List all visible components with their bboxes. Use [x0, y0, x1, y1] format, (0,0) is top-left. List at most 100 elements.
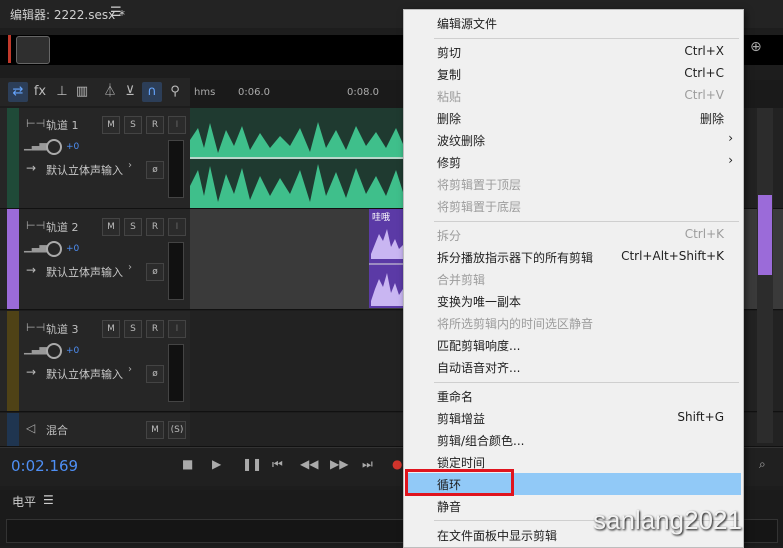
input-select-2[interactable]: 默认立体声输入	[46, 264, 123, 280]
volume-knob-1[interactable]	[46, 139, 62, 155]
zoom-selection-icon[interactable]: ⌕	[759, 457, 766, 472]
menu-item-bring-to-front: 将剪辑置于顶层	[404, 173, 743, 195]
chevron-right-icon: ›	[128, 364, 132, 375]
menu-item-rename[interactable]: 重命名	[404, 385, 743, 407]
menu-label: 编辑源文件	[437, 17, 498, 31]
input-arrow-icon: →	[26, 263, 37, 277]
chevron-right-icon: ›	[728, 131, 733, 145]
mute-button-2[interactable]: M	[102, 218, 120, 236]
menu-item-edit-source[interactable]: 编辑源文件	[404, 12, 743, 34]
menu-item-cut[interactable]: 剪切 Ctrl+X	[404, 41, 743, 63]
menu-item-copy[interactable]: 复制 Ctrl+C	[404, 63, 743, 85]
menu-label: 复制	[437, 68, 462, 82]
menu-item-merge-clips: 合并剪辑	[404, 268, 743, 290]
marker-icon[interactable]: ⚲	[165, 82, 185, 102]
menu-label: 匹配剪辑响度...	[437, 339, 521, 353]
scrollbar-thumb[interactable]	[758, 195, 772, 275]
play-icon[interactable]: ▶	[212, 457, 221, 471]
menu-item-clip-color[interactable]: 剪辑/组合颜色...	[404, 429, 743, 451]
chevron-right-icon: ›	[128, 262, 132, 273]
track-meter-3	[168, 344, 184, 402]
record-button-2[interactable]: R	[146, 218, 164, 236]
eq-icon[interactable]: ▥	[72, 82, 92, 102]
volume-value-1[interactable]: +0	[66, 142, 79, 152]
track-color-2	[7, 209, 19, 309]
overview-zoom-handle[interactable]	[16, 36, 50, 64]
menu-item-ripple-delete[interactable]: 波纹删除 ›	[404, 129, 743, 151]
phase-invert-icon[interactable]: ø	[146, 263, 164, 281]
menu-label: 剪辑增益	[437, 412, 486, 426]
pause-icon[interactable]: ❚❚	[242, 457, 262, 471]
clip-waveform-1[interactable]	[190, 108, 403, 208]
snap-icon[interactable]: ⊻	[120, 82, 140, 102]
menu-shortcut: Ctrl+Alt+Shift+K	[621, 249, 724, 263]
sends-icon[interactable]: ⊥	[52, 82, 72, 102]
volume-knob-3[interactable]	[46, 343, 62, 359]
menu-label: 删除	[437, 112, 462, 126]
magnet-icon[interactable]: ∩	[142, 82, 162, 102]
volume-knob-2[interactable]	[46, 241, 62, 257]
waveform-icon: ⊢⊣	[26, 117, 46, 130]
mix-track-name[interactable]: 混合	[46, 422, 68, 438]
menu-label: 将剪辑置于底层	[437, 200, 522, 214]
menu-label: 波纹删除	[437, 134, 486, 148]
input-select-3[interactable]: 默认立体声输入	[46, 366, 123, 382]
phase-invert-icon[interactable]: ø	[146, 161, 164, 179]
input-monitor-button-1[interactable]: I	[168, 116, 186, 134]
track-name-1[interactable]: 轨道 1	[46, 117, 79, 133]
menu-item-split: 拆分 Ctrl+K	[404, 224, 743, 246]
menu-item-convert-unique[interactable]: 变换为唯一副本	[404, 290, 743, 312]
menu-label: 修剪	[437, 156, 462, 170]
phase-invert-icon[interactable]: ø	[146, 365, 164, 383]
menu-item-auto-speech-align[interactable]: 自动语音对齐...	[404, 356, 743, 378]
menu-label: 将所选剪辑内的时间选区静音	[437, 317, 594, 331]
mute-button-3[interactable]: M	[102, 320, 120, 338]
record-button-1[interactable]: R	[146, 116, 164, 134]
skip-end-icon[interactable]: ⏭	[362, 457, 373, 472]
menu-item-trim[interactable]: 修剪 ›	[404, 151, 743, 173]
vertical-scrollbar[interactable]	[757, 108, 773, 443]
fast-forward-icon[interactable]: ▶▶	[330, 457, 348, 471]
track-name-2[interactable]: 轨道 2	[46, 219, 79, 235]
mute-button-1[interactable]: M	[102, 116, 120, 134]
input-monitor-button-3[interactable]: I	[168, 320, 186, 338]
clip-context-menu: 编辑源文件 剪切 Ctrl+X 复制 Ctrl+C 粘贴 Ctrl+V 删除 删除 波纹…	[403, 9, 744, 548]
input-arrow-icon: →	[26, 161, 37, 175]
zoom-icon[interactable]: ⊕	[750, 39, 762, 55]
solo-button-3[interactable]: S	[124, 320, 142, 338]
record-button-3[interactable]: R	[146, 320, 164, 338]
metronome-icon[interactable]: ⏃	[100, 82, 120, 102]
effects-icon[interactable]: fx	[30, 82, 50, 102]
menu-label: 粘贴	[437, 90, 462, 104]
hamburger-icon[interactable]: ☰	[110, 5, 122, 20]
stop-icon[interactable]: ■	[182, 457, 193, 471]
menu-label: 剪辑/组合颜色...	[437, 434, 525, 448]
solo-button-2[interactable]: S	[124, 218, 142, 236]
rewind-icon[interactable]: ◀◀	[300, 457, 318, 471]
menu-item-delete[interactable]: 删除 删除	[404, 107, 743, 129]
mix-mute-button[interactable]: M	[146, 421, 164, 439]
menu-item-send-to-back: 将剪辑置于底层	[404, 195, 743, 217]
hamburger-icon[interactable]: ☰	[43, 493, 54, 507]
ruler-label-2: 0:08.0	[347, 87, 379, 98]
record-icon[interactable]: ●	[392, 457, 402, 471]
volume-value-2[interactable]: +0	[66, 244, 79, 254]
inputs-outputs-icon[interactable]: ⇄	[8, 82, 28, 102]
menu-item-match-loudness[interactable]: 匹配剪辑响度...	[404, 334, 743, 356]
track-color-1	[7, 108, 19, 208]
menu-shortcut: Ctrl+V	[684, 88, 724, 102]
skip-start-icon[interactable]: ⏮	[272, 457, 283, 472]
mix-solo-button[interactable]: (S)	[168, 421, 186, 439]
menu-shortcut: Ctrl+K	[684, 227, 724, 241]
volume-bars-icon: ▁▃▅	[24, 242, 48, 253]
track-name-3[interactable]: 轨道 3	[46, 321, 79, 337]
input-select-1[interactable]: 默认立体声输入	[46, 162, 123, 178]
solo-button-1[interactable]: S	[124, 116, 142, 134]
clip-label-2[interactable]: 哇哦	[372, 210, 390, 223]
menu-item-split-all[interactable]: 拆分播放指示器下的所有剪辑 Ctrl+Alt+Shift+K	[404, 246, 743, 268]
volume-value-3[interactable]: +0	[66, 346, 79, 356]
time-display[interactable]: 0:02.169	[11, 457, 78, 475]
menu-item-clip-gain[interactable]: 剪辑增益 Shift+G	[404, 407, 743, 429]
clip-waveform-2[interactable]	[369, 209, 403, 308]
input-monitor-button-2[interactable]: I	[168, 218, 186, 236]
